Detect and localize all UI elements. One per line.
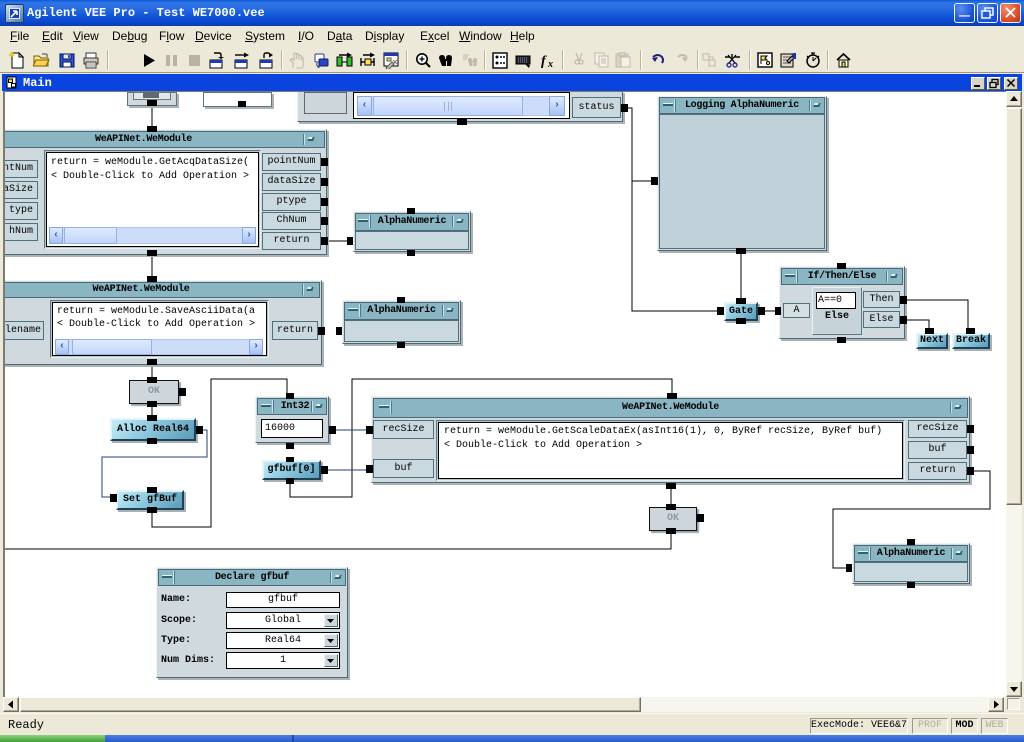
svg-text:x: x <box>547 59 553 69</box>
svg-text:f: f <box>541 54 547 69</box>
